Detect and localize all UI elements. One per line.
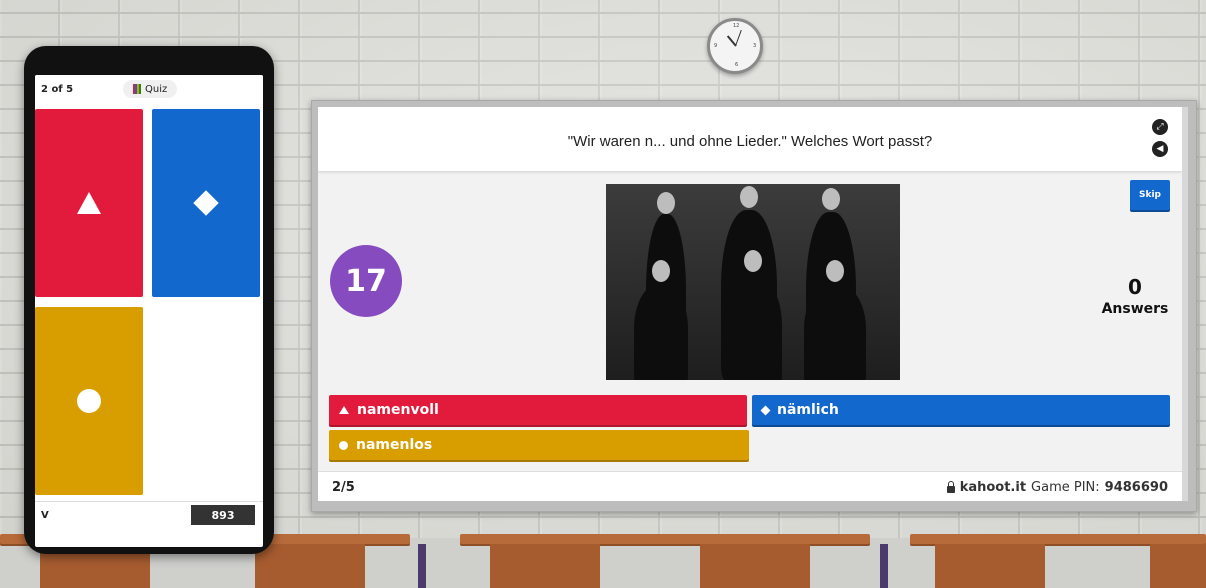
countdown-timer: 17 (330, 245, 402, 317)
answer-option-triangle: namenvoll (329, 395, 747, 425)
triangle-icon (339, 406, 349, 414)
answer-tile-diamond[interactable] (152, 109, 260, 297)
desk (460, 534, 870, 544)
diamond-icon (760, 405, 771, 415)
phone-footer: V 893 (35, 501, 263, 528)
question-image (606, 184, 900, 380)
player-score: 893 (191, 505, 255, 525)
answer-text: namenvoll (357, 402, 439, 418)
lock-icon (946, 480, 955, 493)
desk (910, 534, 1206, 544)
quiz-label: Quiz (145, 83, 168, 95)
scrollbar[interactable] (1182, 107, 1188, 501)
site-name: kahoot.it (959, 480, 1027, 495)
answers-label: Answers (1101, 301, 1169, 317)
phone-header: 2 of 5 Quiz (35, 75, 263, 105)
game-pin: 9486690 (1104, 480, 1168, 495)
answer-option-diamond: nämlich (752, 395, 1170, 425)
game-pin-info: kahoot.it Game PIN: 9486690 (946, 480, 1168, 495)
triangle-icon (77, 192, 101, 214)
fullscreen-icon[interactable]: ⤢ (1152, 119, 1168, 135)
player-name: V (41, 510, 49, 521)
answer-tile-triangle[interactable] (35, 109, 143, 297)
question-text: "Wir waren n... und ohne Lieder." Welche… (567, 133, 933, 150)
answer-tile-circle[interactable] (35, 307, 143, 495)
diamond-icon (193, 190, 219, 216)
phone-device: 2 of 5 Quiz V 893 (24, 46, 274, 554)
answer-option-circle: namenlos (329, 430, 749, 460)
wall-clock: 12 3 6 9 (707, 18, 763, 74)
pin-label: Game PIN: (1031, 480, 1100, 495)
circle-icon (77, 389, 101, 413)
answer-text: nämlich (777, 402, 839, 418)
game-view: "Wir waren n... und ohne Lieder." Welche… (318, 107, 1182, 501)
quiz-type-pill: Quiz (123, 80, 178, 98)
answers-count: 0 (1128, 275, 1142, 299)
circle-icon (339, 440, 348, 450)
phone-screen: 2 of 5 Quiz V 893 (35, 75, 263, 547)
question-counter: 2 of 5 (41, 84, 74, 95)
presentation-screen: "Wir waren n... und ohne Lieder." Welche… (311, 100, 1197, 512)
quiz-icon (133, 84, 141, 94)
skip-button[interactable]: Skip (1130, 180, 1170, 210)
volume-icon[interactable]: ◀ (1152, 141, 1168, 157)
question-progress: 2/5 (332, 480, 355, 495)
answer-text: namenlos (356, 437, 433, 453)
game-footer: 2/5 kahoot.it Game PIN: 9486690 (318, 471, 1182, 501)
question-bar: "Wir waren n... und ohne Lieder." Welche… (318, 107, 1182, 171)
